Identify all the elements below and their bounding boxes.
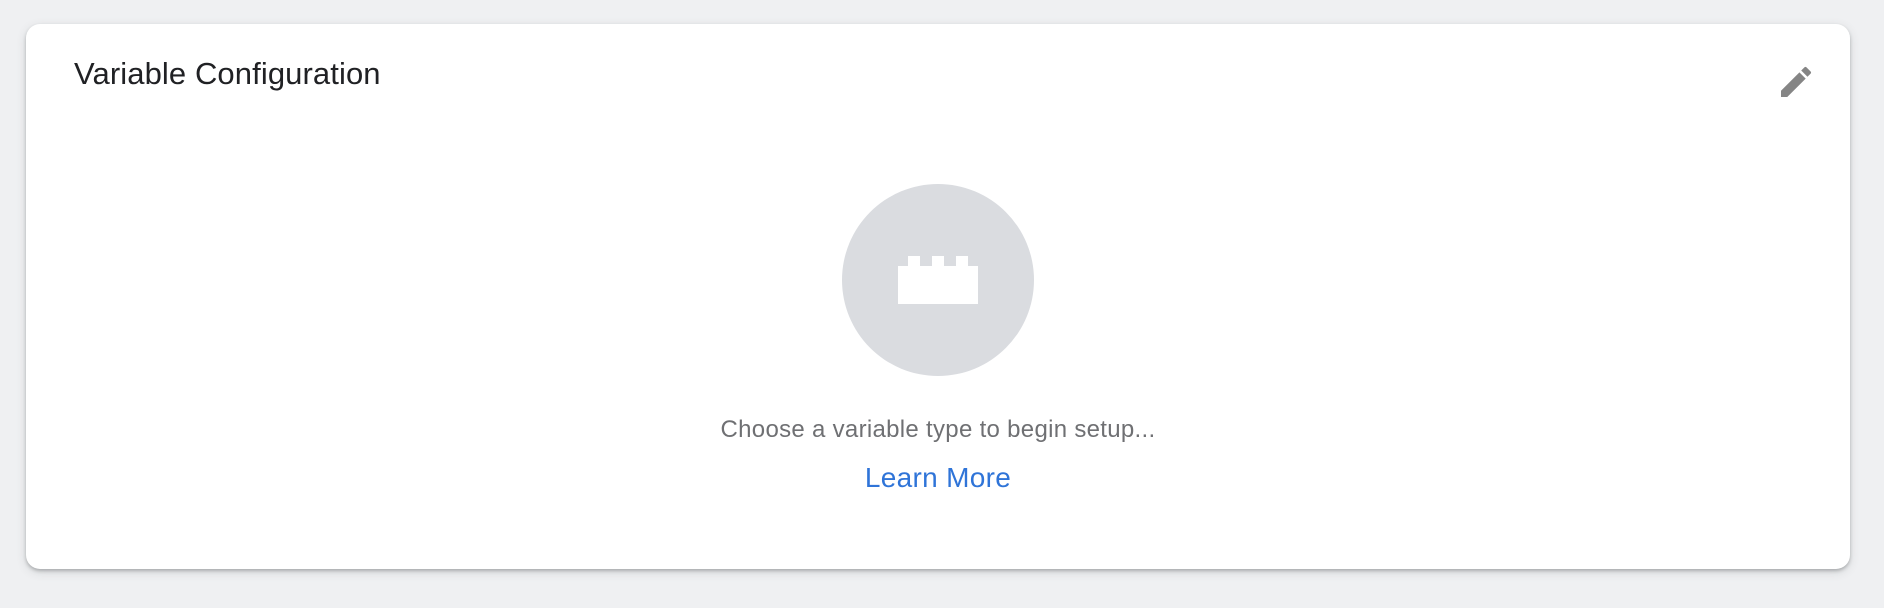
setup-hint-text: Choose a variable type to begin setup... (720, 416, 1156, 443)
variable-type-placeholder[interactable] (842, 184, 1034, 376)
pencil-icon (1781, 66, 1812, 97)
card-title: Variable Configuration (74, 56, 381, 91)
variable-configuration-card[interactable]: Variable Configuration Choose a variable… (26, 24, 1850, 569)
building-block-icon (898, 256, 978, 304)
learn-more-link[interactable]: Learn More (865, 462, 1011, 493)
edit-button[interactable] (1772, 58, 1820, 106)
